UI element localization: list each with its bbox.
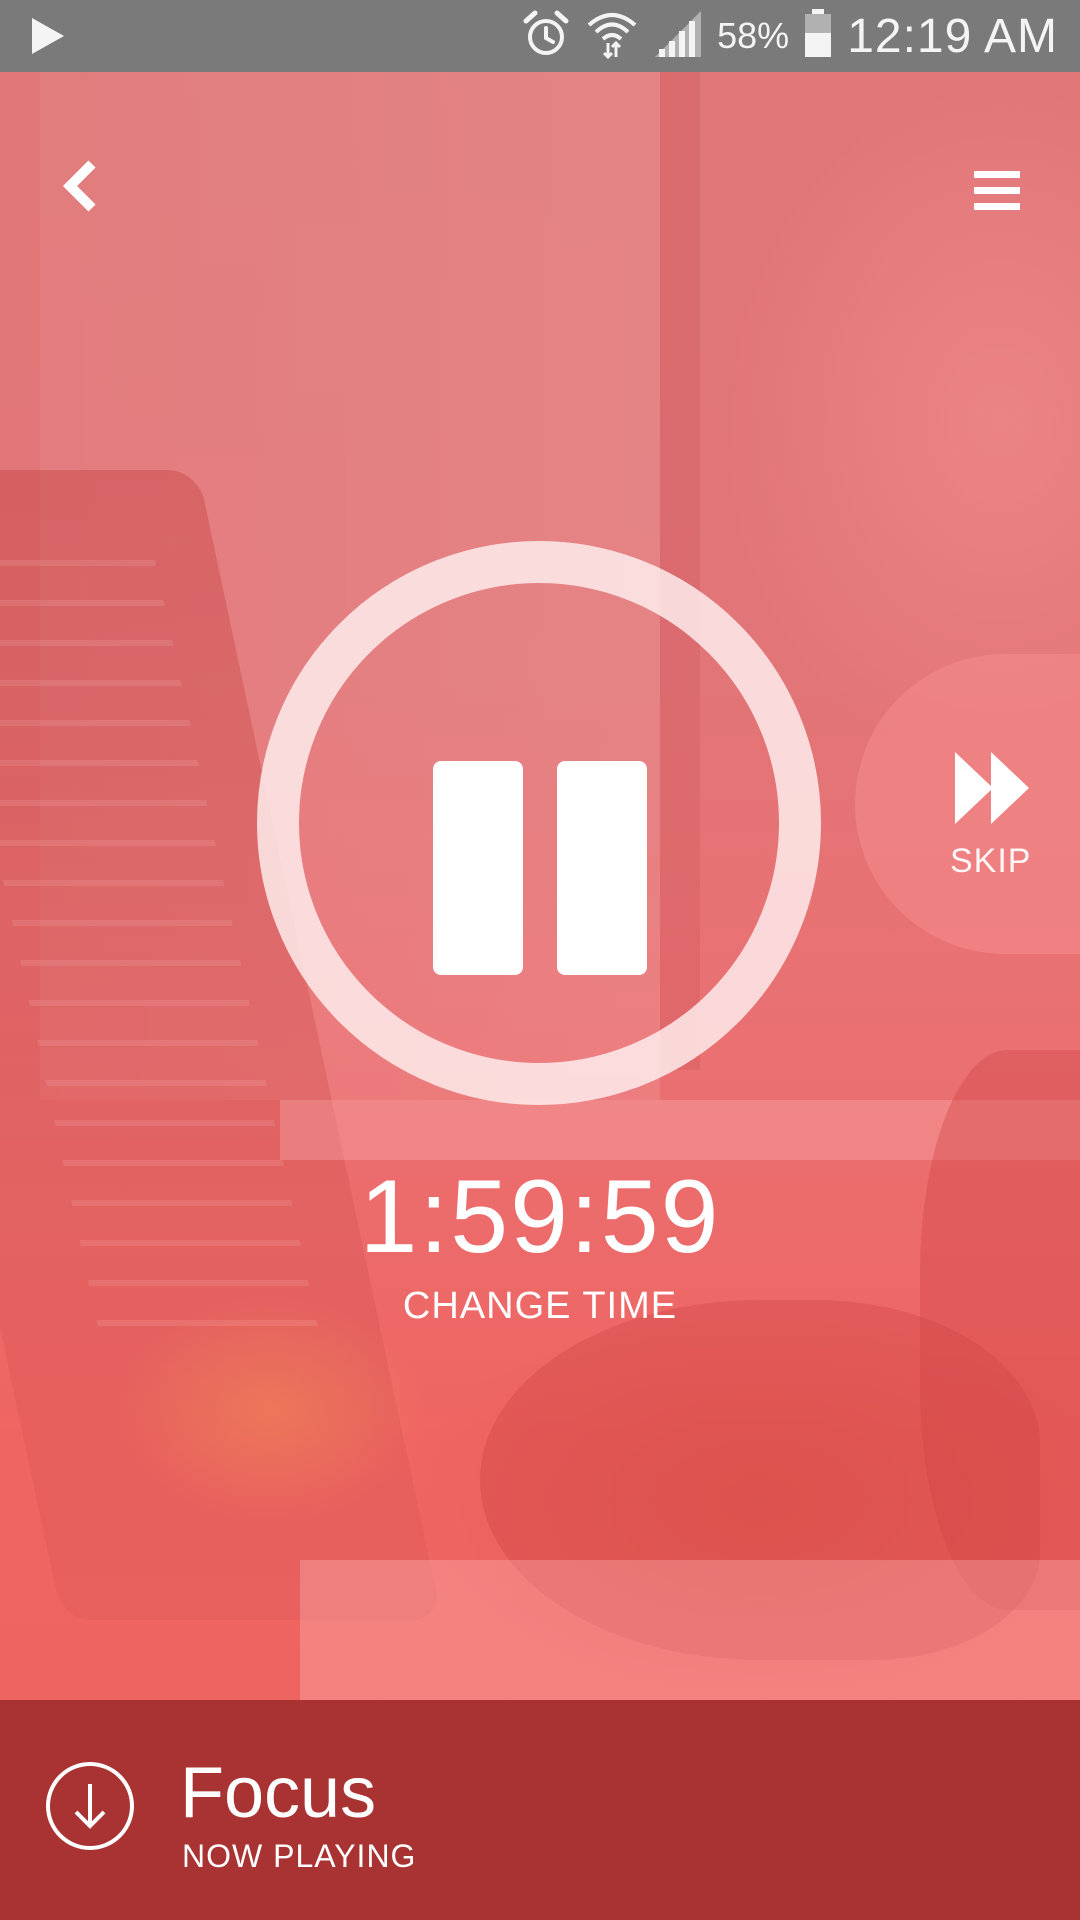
alarm-icon (521, 9, 571, 64)
status-clock: 12:19 AM (847, 9, 1058, 63)
app-screen: 58% 12:19 AM SKIP 1:59:59 CHANGE TIME Fo… (0, 0, 1080, 1920)
now-playing-label: NOW PLAYING (182, 1838, 417, 1874)
hamburger-menu-icon (970, 171, 1026, 220)
timer-display: 1:59:59 (359, 1159, 721, 1275)
download-button[interactable] (44, 1760, 136, 1852)
pause-bar-left (433, 761, 523, 975)
change-time-button[interactable]: CHANGE TIME (403, 1285, 677, 1327)
chevron-left-icon (56, 160, 106, 222)
change-time-container: CHANGE TIME (0, 1285, 1080, 1328)
pause-button[interactable] (257, 541, 821, 1105)
wifi-icon (585, 7, 639, 66)
skip-label: SKIP (950, 842, 1032, 880)
pause-bar-right (557, 761, 647, 975)
status-bar: 58% 12:19 AM (0, 0, 1080, 72)
track-title: Focus (180, 1753, 377, 1833)
download-arrow-icon (44, 1762, 136, 1856)
background-paper (300, 1560, 1080, 1700)
fast-forward-icon (953, 748, 1033, 833)
signal-icon (653, 9, 703, 64)
battery-percent: 58% (717, 15, 790, 56)
play-icon (30, 16, 66, 61)
status-indicators: 58% 12:19 AM (521, 0, 1058, 72)
battery-icon (803, 8, 833, 64)
background-mug (920, 1050, 1080, 1610)
back-button[interactable] (56, 158, 106, 218)
menu-button[interactable] (970, 166, 1026, 216)
now-playing-bar[interactable]: Focus NOW PLAYING (0, 1700, 1080, 1920)
